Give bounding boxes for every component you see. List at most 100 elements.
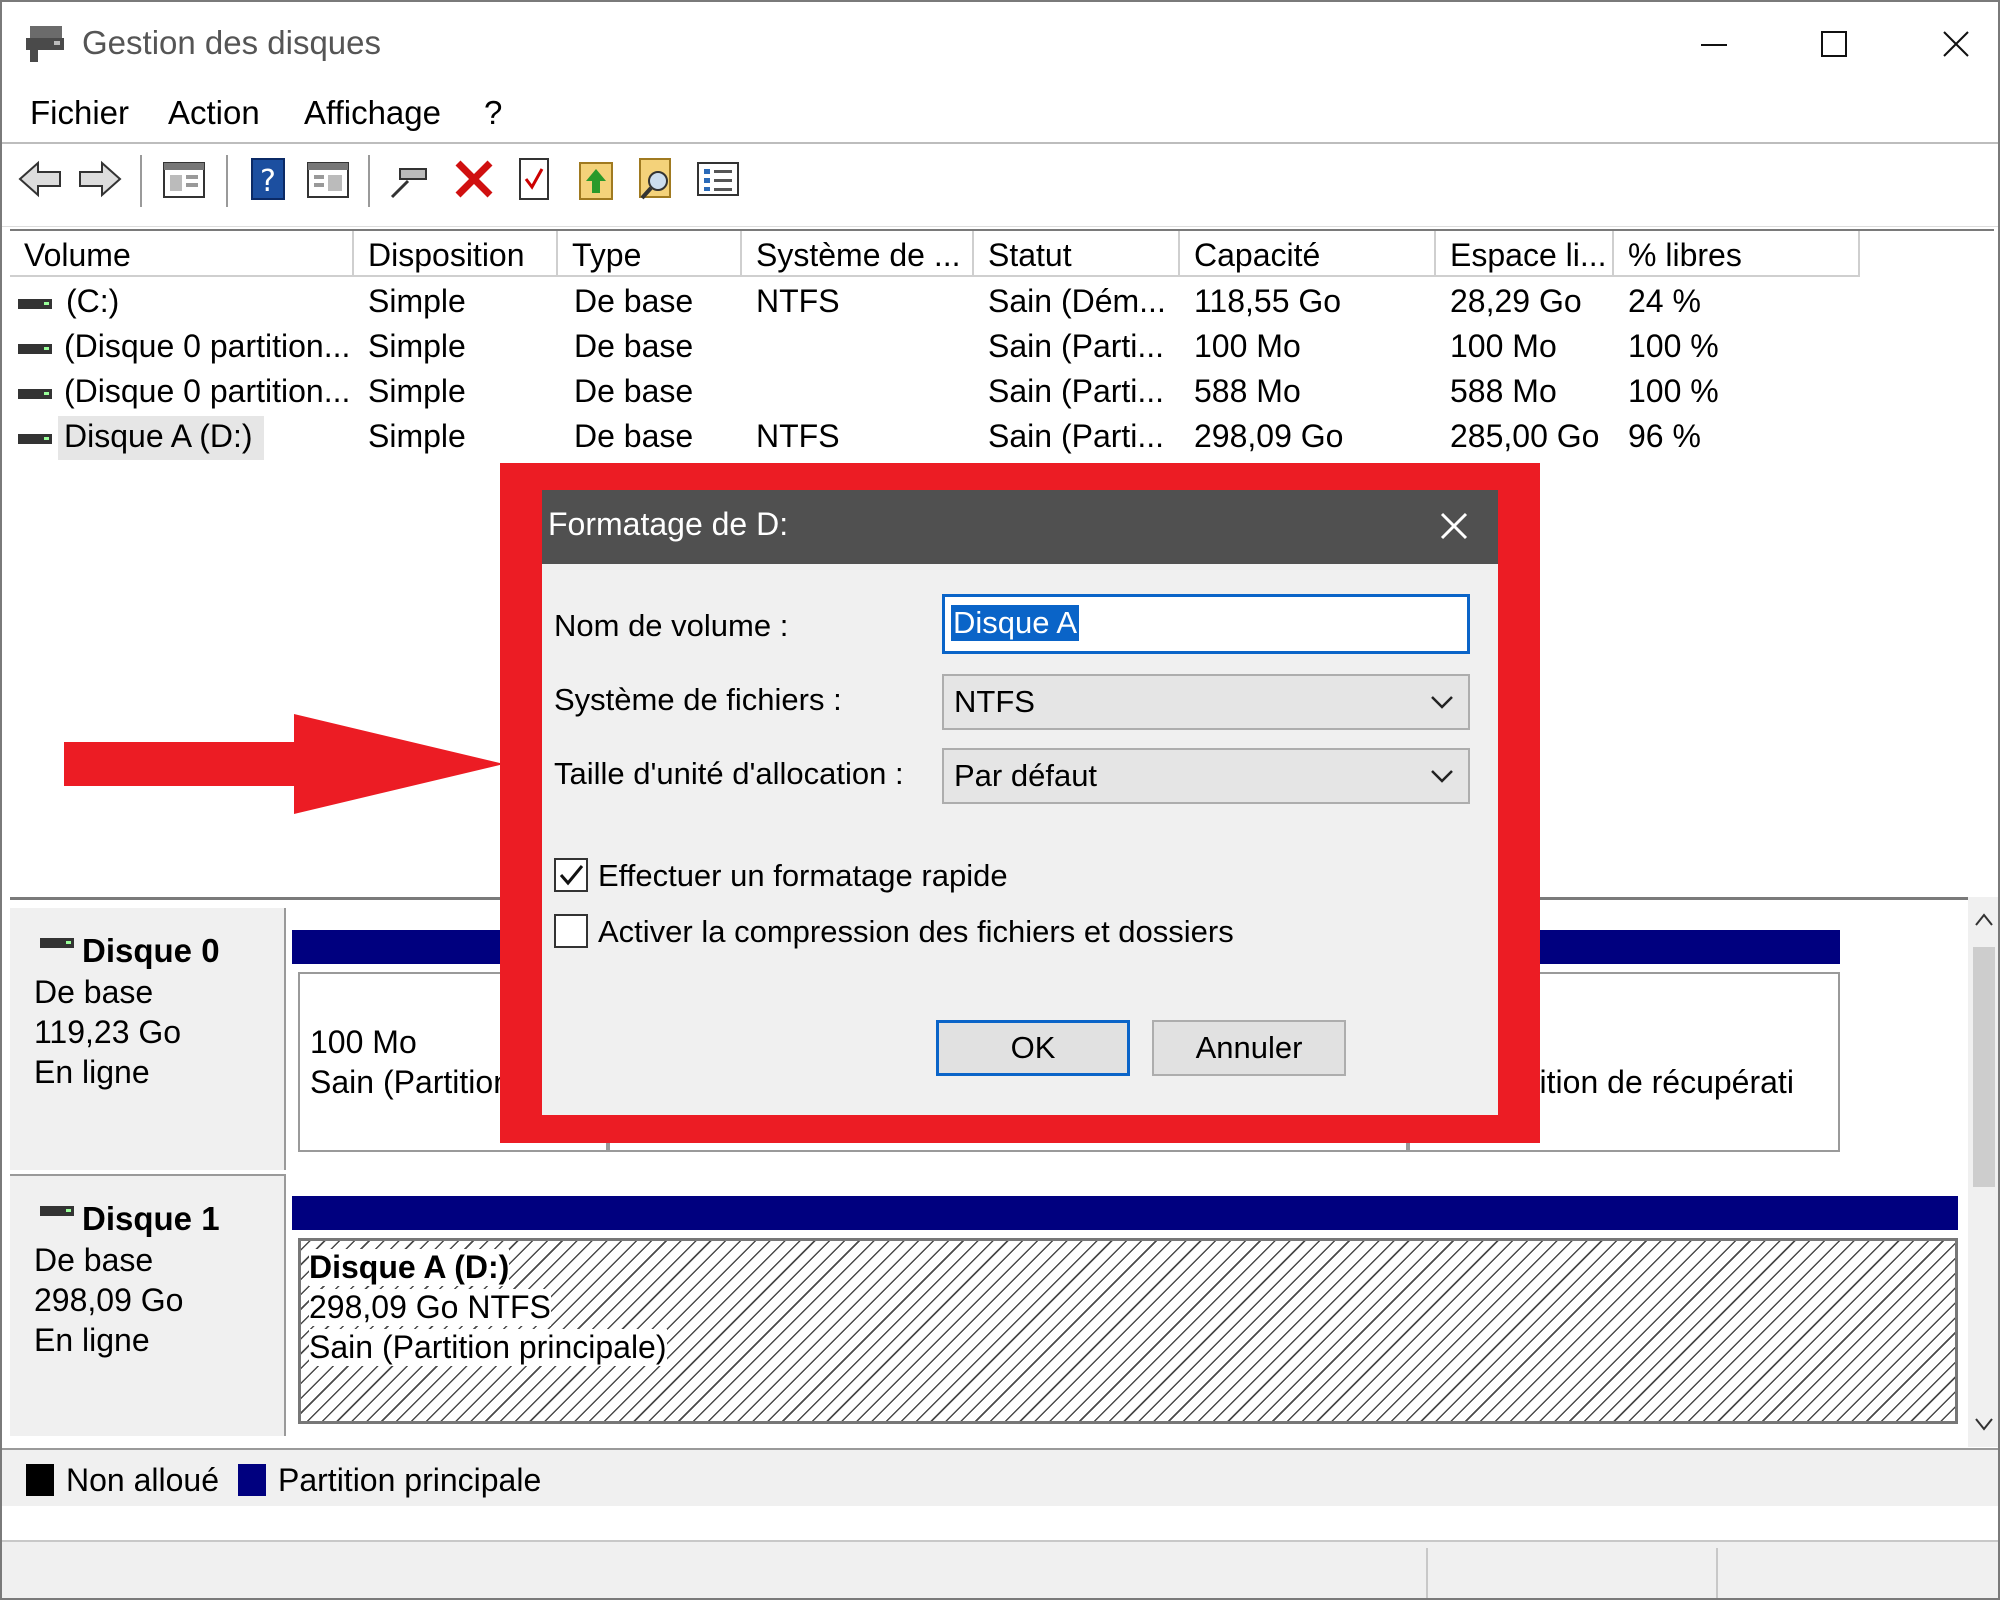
- column-header-free-space[interactable]: Espace li...: [1436, 231, 1614, 277]
- delete-icon[interactable]: [450, 155, 498, 203]
- partition-size: 298,09 Go NTFS: [309, 1289, 551, 1326]
- column-header-volume[interactable]: Volume: [10, 231, 354, 277]
- dialog-title-bar: Formatage de D:: [542, 490, 1498, 564]
- filesystem-label: Système de fichiers :: [554, 682, 842, 717]
- compression-checkbox[interactable]: [554, 914, 588, 948]
- toolbar-separator: [140, 155, 142, 207]
- cell-capacity: 100 Mo: [1194, 328, 1301, 364]
- column-header-filesystem[interactable]: Système de ...: [742, 231, 974, 277]
- quick-format-label: Effectuer un formatage rapide: [598, 858, 1008, 893]
- disk-0-info[interactable]: Disque 0 De base 119,23 Go En ligne: [10, 908, 286, 1170]
- vertical-scrollbar[interactable]: [1968, 897, 1998, 1447]
- cell-free-space: 285,00 Go: [1450, 418, 1600, 454]
- drive-icon: [18, 432, 52, 446]
- legend-swatch-primary: [238, 1464, 266, 1496]
- cell-volume: (C:): [66, 283, 120, 319]
- column-header-percent-free[interactable]: % libres: [1614, 231, 1860, 277]
- disk-0-type: De base: [34, 974, 154, 1010]
- toolbar: ?: [2, 147, 1998, 227]
- table-row[interactable]: Disque A (D:) Simple De base NTFS Sain (…: [10, 416, 1994, 462]
- back-arrow-icon[interactable]: [16, 155, 64, 203]
- cell-percent-free: 100 %: [1628, 328, 1719, 364]
- red-arrow-annotation: [64, 714, 504, 814]
- search-icon[interactable]: [632, 155, 680, 203]
- toolbar-separator: [226, 155, 228, 207]
- cell-disposition: Simple: [368, 283, 466, 319]
- filesystem-value: NTFS: [954, 684, 1035, 719]
- table-row[interactable]: (Disque 0 partition... Simple De base Sa…: [10, 328, 1994, 372]
- table-row[interactable]: (C:) Simple De base NTFS Sain (Dém... 11…: [10, 283, 1994, 327]
- volume-name-value: Disque A: [951, 605, 1080, 641]
- partition-size: 100 Mo: [310, 1024, 417, 1060]
- help-icon[interactable]: ?: [244, 155, 292, 203]
- cell-filesystem: NTFS: [756, 283, 840, 319]
- filesystem-select[interactable]: NTFS: [942, 674, 1470, 730]
- column-header-disposition[interactable]: Disposition: [354, 231, 558, 277]
- minimize-button[interactable]: [1674, 16, 1754, 72]
- quick-format-checkbox[interactable]: [554, 858, 588, 892]
- column-header-capacity[interactable]: Capacité: [1180, 231, 1436, 277]
- menu-affichage[interactable]: Affichage: [304, 94, 441, 132]
- properties-icon[interactable]: [304, 155, 352, 203]
- scroll-down-icon[interactable]: [1974, 1417, 1994, 1433]
- drive-icon: [18, 387, 52, 401]
- cell-percent-free: 100 %: [1628, 373, 1719, 409]
- title-bar: Gestion des disques: [2, 2, 1998, 84]
- cell-capacity: 298,09 Go: [1194, 418, 1344, 454]
- partition-d[interactable]: Disque A (D:) 298,09 Go NTFS Sain (Parti…: [298, 1238, 1958, 1424]
- legend-swatch-unallocated: [26, 1464, 54, 1496]
- menu-bar: Fichier Action Affichage ?: [2, 86, 1998, 144]
- ok-button[interactable]: OK: [936, 1020, 1130, 1076]
- scroll-up-icon[interactable]: [1974, 911, 1994, 927]
- partition-status: rtition de récupérati: [1520, 1064, 1794, 1100]
- disk-management-icon: [26, 26, 64, 62]
- console-tree-icon[interactable]: [160, 155, 208, 203]
- table-row[interactable]: (Disque 0 partition... Simple De base Sa…: [10, 373, 1994, 417]
- export-list-icon[interactable]: [572, 155, 620, 203]
- details-list-icon[interactable]: [694, 155, 742, 203]
- column-header-type[interactable]: Type: [558, 231, 742, 277]
- drive-icon: [18, 297, 52, 311]
- cell-status: Sain (Parti...: [988, 328, 1165, 364]
- chevron-down-icon: [1431, 696, 1453, 709]
- allocation-size-label: Taille d'unité d'allocation :: [554, 756, 904, 791]
- cell-filesystem: NTFS: [756, 418, 840, 454]
- legend-primary: Partition principale: [278, 1462, 542, 1498]
- disk-1-info[interactable]: Disque 1 De base 298,09 Go En ligne: [10, 1174, 286, 1436]
- forward-arrow-icon[interactable]: [76, 155, 124, 203]
- close-button[interactable]: [1916, 16, 1996, 72]
- menu-action[interactable]: Action: [168, 94, 260, 132]
- dialog-title: Formatage de D:: [548, 506, 789, 542]
- cancel-button[interactable]: Annuler: [1152, 1020, 1346, 1076]
- toolbar-separator: [368, 155, 370, 207]
- close-icon: [1943, 31, 1969, 57]
- maximize-button[interactable]: [1794, 16, 1874, 72]
- column-header-status[interactable]: Statut: [974, 231, 1180, 277]
- drive-icon: [18, 342, 52, 356]
- check-properties-icon[interactable]: [510, 155, 558, 203]
- cell-type: De base: [574, 418, 694, 454]
- disk-1-type: De base: [34, 1242, 154, 1278]
- partition-status: Sain (Partition principale): [309, 1329, 667, 1366]
- checkmark-icon: [559, 865, 584, 886]
- allocation-size-select[interactable]: Par défaut: [942, 748, 1470, 804]
- legend-unallocated: Non alloué: [66, 1462, 219, 1498]
- cell-disposition: Simple: [368, 373, 466, 409]
- cell-type: De base: [574, 328, 694, 364]
- menu-help[interactable]: ?: [484, 94, 502, 132]
- cell-type: De base: [574, 373, 694, 409]
- status-divider: [1426, 1548, 1428, 1598]
- volume-name-input[interactable]: Disque A: [942, 594, 1470, 654]
- cell-capacity: 118,55 Go: [1194, 283, 1342, 319]
- connect-drive-icon[interactable]: [386, 155, 434, 203]
- menu-fichier[interactable]: Fichier: [30, 94, 129, 132]
- close-icon[interactable]: [1430, 502, 1478, 550]
- cell-free-space: 28,29 Go: [1450, 283, 1582, 319]
- cell-status: Sain (Parti...: [988, 418, 1165, 454]
- cell-capacity: 588 Mo: [1194, 373, 1301, 409]
- disk-0-status: En ligne: [34, 1054, 150, 1090]
- window-title: Gestion des disques: [82, 24, 382, 61]
- drive-icon: [40, 938, 74, 948]
- scrollbar-thumb[interactable]: [1973, 947, 1995, 1187]
- disk-0-name: Disque 0: [82, 932, 220, 969]
